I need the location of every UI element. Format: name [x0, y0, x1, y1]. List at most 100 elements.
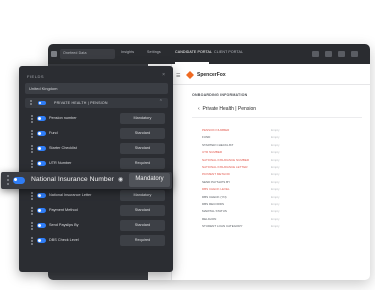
- row-label: STUDENT LOAN CATEGORY: [202, 224, 243, 229]
- eye-icon[interactable]: ◉: [118, 176, 123, 183]
- requirement-value: Standard: [134, 131, 151, 135]
- field-row[interactable]: UTR Number Required: [29, 157, 168, 170]
- drag-handle-icon[interactable]: [31, 222, 33, 231]
- onboarding-row[interactable]: PAYMENT METHOD Empty: [202, 171, 352, 178]
- nav-tab-client-portal[interactable]: CLIENT PORTAL: [214, 50, 243, 54]
- onboarding-content: ONBOARDING INFORMATION ‹ Private Health …: [172, 85, 370, 280]
- menu-icon[interactable]: ☰: [176, 73, 180, 79]
- onboarding-row[interactable]: RELIGION Empty: [202, 216, 352, 223]
- requirement-value: Mandatory: [133, 116, 152, 120]
- requirement-select[interactable]: Standard: [120, 128, 165, 139]
- notifications-icon[interactable]: [325, 51, 332, 57]
- onboarding-row[interactable]: UTR NUMBER Empty: [202, 149, 352, 156]
- requirement-value: Standard: [134, 223, 151, 227]
- requirement-select[interactable]: Standard: [120, 205, 165, 216]
- section-heading[interactable]: ‹ Private Health | Pension: [198, 106, 256, 112]
- requirement-select[interactable]: Required: [120, 235, 165, 246]
- onboarding-row[interactable]: FUND Empty: [202, 134, 352, 141]
- requirement-select[interactable]: Standard: [120, 220, 165, 231]
- requirement-value: Standard: [134, 146, 151, 150]
- field-row[interactable]: Payment Method Standard: [29, 204, 168, 217]
- drag-handle-icon[interactable]: [31, 130, 33, 139]
- requirement-select[interactable]: Required: [120, 158, 165, 169]
- row-label: NATIONAL INSURANCE LETTER: [202, 164, 248, 169]
- help-icon[interactable]: [338, 51, 345, 57]
- row-value: Empty: [271, 135, 280, 140]
- onboarding-row[interactable]: STUDENT LOAN CATEGORY Empty: [202, 223, 352, 230]
- field-toggle[interactable]: [37, 223, 46, 228]
- row-label: STARTER CHECKLIST: [202, 142, 234, 147]
- onboarding-row[interactable]: STARTER CHECKLIST Empty: [202, 142, 352, 149]
- requirement-value: Required: [134, 238, 151, 242]
- drag-handle-icon[interactable]: [31, 207, 33, 216]
- field-toggle[interactable]: [37, 131, 46, 136]
- nav-tab-candidate-portal[interactable]: CANDIDATE PORTAL: [175, 50, 212, 54]
- requirement-select[interactable]: Mandatory: [129, 173, 170, 187]
- drag-handle-icon[interactable]: [31, 115, 33, 124]
- onboarding-row[interactable]: NATIONAL INSURANCE LETTER Empty: [202, 164, 352, 171]
- drag-handle-icon[interactable]: [30, 100, 32, 106]
- drag-handle-icon[interactable]: [31, 237, 33, 246]
- nav-tab-insights[interactable]: Insights: [121, 50, 134, 54]
- onboarding-row[interactable]: NATIONAL INSURANCE NUMBER Empty: [202, 157, 352, 164]
- onboarding-row[interactable]: SEND PAYSLIPS BY Empty: [202, 179, 352, 186]
- drag-handle-icon[interactable]: [31, 160, 33, 169]
- row-label: NATIONAL INSURANCE NUMBER: [202, 157, 250, 162]
- fields-panel: FIELDS × United Kingdom PRIVATE HEALTH |…: [19, 66, 173, 272]
- nav-tab-settings[interactable]: Settings: [147, 50, 161, 54]
- workspace-selector[interactable]: Onefeed Data: [60, 49, 115, 59]
- requirement-value: Standard: [134, 208, 151, 212]
- drag-handle-icon[interactable]: [7, 175, 9, 186]
- field-toggle[interactable]: [37, 146, 46, 151]
- chevron-up-icon[interactable]: ⌃: [159, 99, 163, 105]
- row-label: DBS CHECK LEVEL: [202, 187, 230, 192]
- field-label: Send Payslips By: [49, 223, 79, 227]
- onboarding-row[interactable]: PENSION NUMBER Empty: [202, 127, 352, 134]
- row-value: Empty: [271, 172, 280, 177]
- group-toggle[interactable]: [38, 101, 46, 105]
- field-toggle[interactable]: [37, 238, 46, 243]
- field-row[interactable]: Send Payslips By Standard: [29, 219, 168, 232]
- field-row[interactable]: Pension number Mandatory: [29, 112, 168, 125]
- field-row[interactable]: Starter Checklist Standard: [29, 142, 168, 155]
- country-select[interactable]: United Kingdom: [25, 83, 168, 94]
- field-toggle[interactable]: [37, 161, 46, 166]
- onboarding-field-list: PENSION NUMBER Empty FUND Empty STARTER CH…: [202, 127, 352, 230]
- panel-title: FIELDS: [27, 74, 45, 79]
- requirement-select[interactable]: Mandatory: [120, 113, 165, 124]
- row-label: PAYMENT METHOD: [202, 172, 230, 177]
- onboarding-row[interactable]: DBS CHECK LEVEL Empty: [202, 186, 352, 193]
- app-topbar: Onefeed Data Insights Settings CANDIDATE…: [48, 44, 370, 64]
- drag-handle-icon[interactable]: [31, 145, 33, 154]
- requirement-select[interactable]: Standard: [120, 143, 165, 154]
- field-toggle[interactable]: [37, 193, 46, 198]
- field-toggle[interactable]: [37, 116, 46, 121]
- brand-name: SpencerFox: [197, 72, 226, 78]
- requirement-value: Mandatory: [135, 176, 164, 182]
- row-label: SEND PAYSLIPS BY: [202, 179, 231, 184]
- requirement-select[interactable]: Mandatory: [120, 190, 165, 201]
- field-row[interactable]: National Insurance Letter Mandatory: [29, 189, 168, 202]
- brand-mark-icon: [186, 71, 194, 79]
- drag-handle-icon[interactable]: [31, 192, 33, 201]
- country-value: United Kingdom: [29, 86, 58, 91]
- row-label: RELIGION: [202, 216, 217, 221]
- onboarding-row[interactable]: DBS CHECK (YN) Empty: [202, 194, 352, 201]
- row-label: DBS RECORDS: [202, 201, 225, 206]
- field-row[interactable]: Fund Standard: [29, 127, 168, 140]
- onboarding-row[interactable]: DBS RECORDS Empty: [202, 201, 352, 208]
- row-value: Empty: [271, 179, 280, 184]
- dragged-field-row[interactable]: National Insurance Number ◉ Mandatory: [1, 172, 172, 189]
- grid-icon[interactable]: [51, 51, 57, 57]
- field-toggle[interactable]: [13, 177, 25, 184]
- close-icon[interactable]: ×: [162, 72, 165, 78]
- field-group-header[interactable]: PRIVATE HEALTH | PENSION ⌃: [25, 98, 168, 108]
- field-toggle[interactable]: [37, 208, 46, 213]
- field-row[interactable]: DBS Check Level Required: [29, 234, 168, 247]
- row-label: MARITAL STATUS: [202, 209, 227, 214]
- settings-icon[interactable]: [312, 51, 319, 57]
- row-value: Empty: [271, 216, 280, 221]
- row-label: DBS CHECK (YN): [202, 194, 227, 199]
- onboarding-row[interactable]: MARITAL STATUS Empty: [202, 208, 352, 215]
- account-icon[interactable]: [351, 51, 358, 57]
